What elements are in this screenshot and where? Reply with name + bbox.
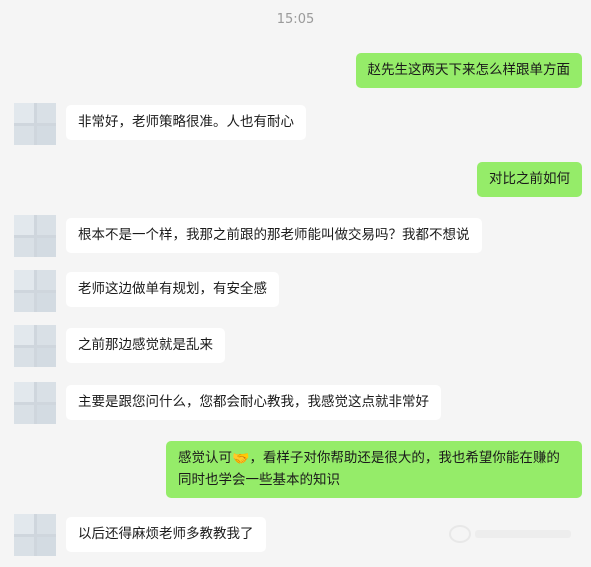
contact-avatar[interactable] bbox=[14, 325, 56, 367]
chat-timestamp: 15:05 bbox=[276, 12, 315, 27]
contact-avatar[interactable] bbox=[14, 514, 56, 556]
watermark-logo-icon bbox=[449, 525, 471, 543]
message-bubble-incoming[interactable]: 老师这边做单有规划，有安全感 bbox=[66, 272, 279, 307]
contact-avatar[interactable] bbox=[14, 270, 56, 312]
message-bubble-incoming[interactable]: 以后还得麻烦老师多教教我了 bbox=[66, 517, 266, 552]
message-bubble-incoming[interactable]: 主要是跟您问什么，您都会耐心教我，我感觉这点就非常好 bbox=[66, 385, 441, 420]
message-bubble-outgoing[interactable]: 对比之前如何 bbox=[477, 162, 582, 197]
message-bubble-incoming[interactable]: 根本不是一个样，我那之前跟的那老师能叫做交易吗？我都不想说 bbox=[66, 218, 482, 253]
contact-avatar[interactable] bbox=[14, 382, 56, 424]
contact-avatar[interactable] bbox=[14, 103, 56, 145]
message-bubble-outgoing[interactable]: 赵先生这两天下来怎么样跟单方面 bbox=[355, 53, 582, 88]
message-bubble-incoming[interactable]: 非常好，老师策略很准。人也有耐心 bbox=[66, 105, 306, 140]
message-text: 感觉认可 bbox=[178, 450, 232, 466]
message-bubble-incoming[interactable]: 之前那边感觉就是乱来 bbox=[66, 328, 225, 363]
message-bubble-outgoing[interactable]: 感觉认可🤝，看样子对你帮助还是很大的，我也希望你能在赚的同时也学会一些基本的知识 bbox=[166, 441, 582, 498]
watermark bbox=[449, 525, 571, 543]
watermark-text-bar bbox=[475, 530, 571, 538]
handshake-emoji-icon: 🤝 bbox=[232, 451, 250, 467]
contact-avatar[interactable] bbox=[14, 215, 56, 257]
